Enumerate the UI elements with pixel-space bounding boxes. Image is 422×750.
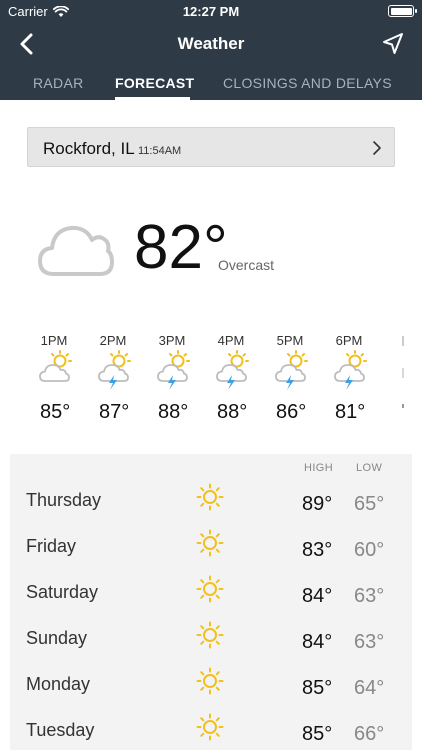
daily-row[interactable]: Thursday 89° 65° [10, 481, 412, 527]
partly-sunny-icon [39, 350, 72, 382]
day-name: Friday [26, 536, 77, 556]
status-time: 12:27 PM [182, 4, 240, 19]
sun-icon [196, 667, 224, 695]
partial-hour-marks [402, 336, 404, 408]
sun-thunderstorm-icon [216, 350, 249, 390]
day-name: Sunday [26, 628, 88, 648]
tab-forecast[interactable]: FORECAST [115, 75, 194, 91]
hour-time: 5PM [276, 333, 304, 348]
day-high-temp: 85° [302, 677, 333, 699]
hour-time: 3PM [158, 333, 186, 348]
sun-icon [196, 621, 224, 649]
sun-thunderstorm-icon [98, 350, 131, 390]
day-high-temp: 83° [302, 539, 333, 561]
hour-time: 6PM [335, 333, 363, 348]
tab-bar: RADAR FORECAST CLOSINGS AND DELAYS [0, 64, 422, 100]
daily-row[interactable]: Friday 83° 60° [10, 527, 412, 573]
tab-radar[interactable]: RADAR [33, 75, 84, 91]
day-low-temp: 63° [354, 631, 385, 653]
hour-time: 1PM [40, 333, 68, 348]
battery-icon [388, 5, 417, 17]
sun-thunderstorm-icon [157, 350, 190, 390]
hour-time: 4PM [217, 333, 245, 348]
daily-row[interactable]: Tuesday 85° 66° [10, 711, 412, 750]
active-tab-indicator [115, 97, 190, 100]
day-low-temp: 66° [354, 723, 385, 745]
location-city: Rockford, IL [43, 139, 135, 158]
current-condition: Overcast [218, 257, 275, 273]
sun-icon [196, 713, 224, 741]
day-high-temp: 84° [302, 585, 333, 607]
daily-row[interactable]: Sunday 84° 63° [10, 619, 412, 665]
day-low-temp: 63° [354, 585, 385, 607]
sun-icon [196, 529, 224, 557]
day-high-temp: 85° [302, 723, 333, 745]
day-high-temp: 84° [302, 631, 333, 653]
status-bar: Carrier 12:27 PM [0, 0, 422, 24]
location-updated-time: 11:54AM [138, 145, 182, 157]
cloud-icon [38, 225, 114, 276]
high-column-header: HIGH [304, 462, 334, 474]
hour-temperature: 88° [217, 401, 248, 423]
day-name: Saturday [26, 582, 99, 602]
day-name: Thursday [26, 490, 102, 510]
low-column-header: LOW [356, 462, 383, 474]
day-name: Tuesday [26, 720, 95, 740]
daily-row[interactable]: Saturday 84° 63° [10, 573, 412, 619]
hour-time: 2PM [99, 333, 127, 348]
day-low-temp: 60° [354, 539, 385, 561]
daily-forecast: HIGH LOW Thursday 89° 65° Friday 83° 60°… [10, 454, 412, 750]
hour-temperature: 81° [335, 401, 366, 423]
hour-temperature: 87° [99, 401, 130, 423]
sun-thunderstorm-icon [275, 350, 308, 390]
nav-bar: Weather [0, 24, 422, 64]
tab-closings-and-delays[interactable]: CLOSINGS AND DELAYS [223, 75, 392, 91]
hour-temperature: 88° [158, 401, 189, 423]
chevron-right-icon [373, 141, 381, 155]
location-arrow-icon[interactable] [380, 31, 406, 57]
day-low-temp: 64° [354, 677, 385, 699]
sun-icon [196, 575, 224, 603]
location-selector[interactable]: Rockford, IL 11:54AM [27, 127, 395, 167]
daily-row[interactable]: Monday 85° 64° [10, 665, 412, 711]
app-header: Carrier 12:27 PM Weather RADAR FORECAST … [0, 0, 422, 100]
hourly-forecast[interactable]: 1PM 85° 2PM 87° 3PM 88° 4PM 88° 5PM 86° … [30, 330, 422, 430]
day-high-temp: 89° [302, 493, 333, 515]
current-temperature: 82° [134, 213, 228, 282]
page-title: Weather [177, 34, 245, 53]
sun-icon [196, 483, 224, 511]
day-name: Monday [26, 674, 91, 694]
hour-temperature: 85° [40, 401, 71, 423]
sun-thunderstorm-icon [334, 350, 367, 390]
hour-temperature: 86° [276, 401, 307, 423]
day-low-temp: 65° [354, 493, 385, 515]
